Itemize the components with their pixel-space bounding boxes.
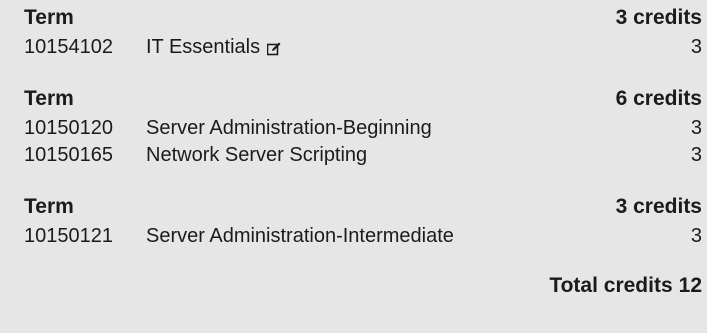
course-code: 10150120 <box>24 117 113 139</box>
course-row: 10150121 Server Administration-Intermedi… <box>24 225 702 252</box>
total-credits-label: Total credits <box>549 274 673 297</box>
term-label: Term <box>24 195 74 218</box>
course-code: 10150165 <box>24 144 113 166</box>
course-credits: 3 <box>690 144 702 166</box>
credits-summary: Term 3 credits 10154102 IT Essentials 3 <box>0 0 707 333</box>
course-name: Server Administration-Intermediate <box>146 225 454 247</box>
edit-icon[interactable] <box>267 42 281 56</box>
course-row: 10154102 IT Essentials 3 <box>24 36 702 63</box>
term-block-2: Term 6 credits 10150120 Server Administr… <box>24 87 702 171</box>
course-info: 10150121 Server Administration-Intermedi… <box>24 225 454 248</box>
term-label: Term <box>24 6 74 29</box>
term-header: Term 6 credits <box>24 87 702 117</box>
course-name-wrap: IT Essentials <box>146 36 281 59</box>
course-credits: 3 <box>690 36 702 58</box>
course-row: 10150120 Server Administration-Beginning… <box>24 117 702 144</box>
term-credits: 3 credits <box>615 195 702 218</box>
course-info: 10150165 Network Server Scripting <box>24 144 367 167</box>
total-credits-value: 12 <box>678 274 702 297</box>
course-row: 10150165 Network Server Scripting 3 <box>24 144 702 171</box>
course-credits: 3 <box>690 225 702 247</box>
term-credits: 3 credits <box>615 6 702 29</box>
course-name: Network Server Scripting <box>146 144 368 166</box>
term-block-3: Term 3 credits 10150121 Server Administr… <box>24 195 702 252</box>
course-code: 10154102 <box>24 36 113 58</box>
term-block-1: Term 3 credits 10154102 IT Essentials 3 <box>24 6 702 63</box>
total-credits: Total credits 12 <box>24 274 702 298</box>
course-name: IT Essentials <box>146 36 261 58</box>
term-header: Term 3 credits <box>24 195 702 225</box>
course-info: 10154102 IT Essentials <box>24 36 281 59</box>
course-credits: 3 <box>690 117 702 139</box>
course-name: Server Administration-Beginning <box>146 117 432 139</box>
term-label: Term <box>24 87 74 110</box>
term-credits: 6 credits <box>615 87 702 110</box>
course-code: 10150121 <box>24 225 113 247</box>
course-info: 10150120 Server Administration-Beginning <box>24 117 432 140</box>
term-header: Term 3 credits <box>24 6 702 36</box>
